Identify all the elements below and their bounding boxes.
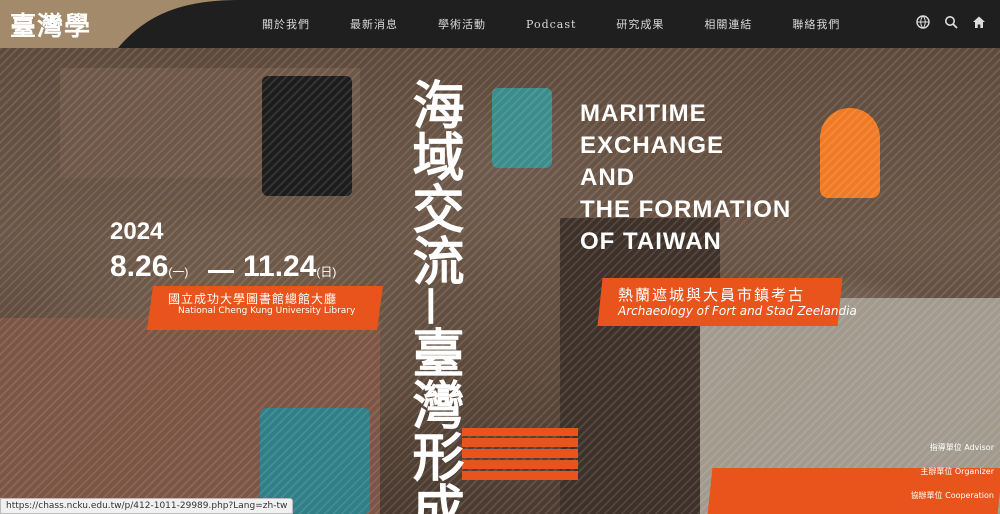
date-dash <box>208 270 234 273</box>
brick-graphic <box>462 428 578 480</box>
main-menu: 關於我們 最新消息 學術活動 Podcast 研究成果 相關連結 聯絡我們 <box>262 0 880 48</box>
chinese-title-dash: — <box>410 286 457 326</box>
chinese-title-part2: 臺灣形成 <box>403 326 464 514</box>
venue-chinese: 國立成功大學圖書館總館大廳 <box>168 292 338 306</box>
top-navbar: 臺灣學 關於我們 最新消息 學術活動 Podcast 研究成果 相關連結 聯絡我… <box>0 0 1000 48</box>
chinese-title: 海域交流 — 臺灣形成 <box>398 78 468 514</box>
venue-english: National Cheng Kung University Library <box>178 306 356 316</box>
logo-text: 臺灣學 <box>10 12 92 42</box>
globe-icon[interactable] <box>916 14 930 29</box>
start-day: (一) <box>168 265 189 279</box>
english-title-line: AND <box>580 164 635 191</box>
nav-events[interactable]: 學術活動 <box>438 16 486 32</box>
credit-advisor: 指導單位 Advisor <box>929 443 994 452</box>
nav-research[interactable]: 研究成果 <box>616 16 664 32</box>
english-title-line: EXCHANGE <box>580 132 725 159</box>
nav-links[interactable]: 相關連結 <box>704 16 752 32</box>
nav-icon-group <box>916 14 986 29</box>
nav-about[interactable]: 關於我們 <box>262 16 310 32</box>
exhibition-year: 2024 <box>110 218 164 245</box>
status-bar-url: https://chass.ncku.edu.tw/p/412-1011-299… <box>0 498 294 514</box>
start-date: 8.26(一) <box>110 250 188 284</box>
subtitle-english: Archaeology of Fort and Stad Zeelandia <box>618 304 857 318</box>
english-title-line: THE FORMATION <box>580 196 792 223</box>
start-date-value: 8.26 <box>110 250 169 283</box>
nav-podcast[interactable]: Podcast <box>526 18 576 31</box>
end-date-value: 11.24 <box>243 250 317 283</box>
chinese-title-part1: 海域交流 <box>403 78 464 286</box>
english-title-line: MARITIME <box>580 100 707 127</box>
search-icon[interactable] <box>944 14 958 29</box>
home-icon[interactable] <box>972 14 986 28</box>
subtitle-chinese: 熱蘭遮城與大員市鎮考古 <box>618 286 806 304</box>
site-logo[interactable]: 臺灣學 <box>0 0 240 48</box>
english-title-line: OF TAIWAN <box>580 228 722 255</box>
english-title: MARITIME EXCHANGE AND THE FORMATION OF T… <box>580 98 791 258</box>
credits-block: 指導單位 Advisor 主辦單位 Organizer 協辦單位 Coopera… <box>911 436 994 508</box>
credit-cooperation: 協辦單位 Cooperation <box>910 491 994 500</box>
nav-contact[interactable]: 聯絡我們 <box>792 16 840 32</box>
nav-news[interactable]: 最新消息 <box>350 16 398 32</box>
end-date: 11.24(日) <box>243 250 336 284</box>
credit-organizer: 主辦單位 Organizer <box>920 467 994 476</box>
hero-banner[interactable]: 海域交流 — 臺灣形成 MARITIME EXCHANGE AND THE FO… <box>0 48 1000 514</box>
end-day: (日) <box>316 265 337 279</box>
